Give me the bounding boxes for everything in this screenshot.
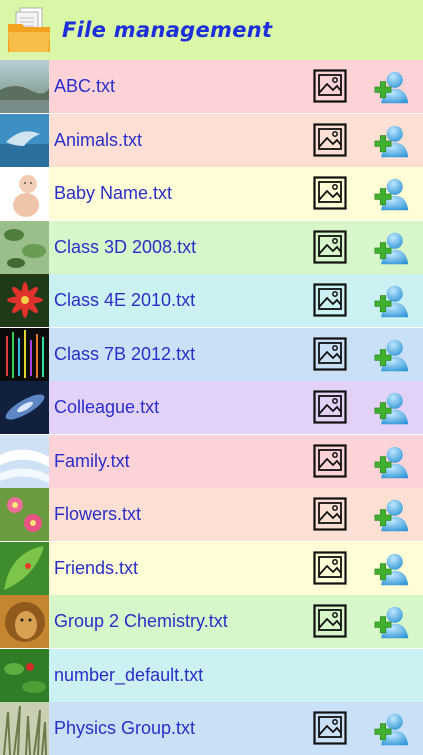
file-row[interactable]: Class 7B 2012.txt: [0, 327, 423, 381]
file-thumbnail: [0, 113, 49, 167]
file-name[interactable]: Flowers.txt: [54, 488, 141, 541]
header-bar: File management: [0, 0, 423, 60]
file-name[interactable]: Class 7B 2012.txt: [54, 328, 195, 381]
image-icon[interactable]: [313, 176, 347, 210]
file-row[interactable]: Family.txt: [0, 434, 423, 488]
add-contact-icon[interactable]: [374, 336, 410, 374]
file-thumbnail: [0, 595, 49, 648]
file-name[interactable]: Baby Name.txt: [54, 167, 172, 220]
image-icon[interactable]: [313, 604, 347, 638]
file-thumbnail: [0, 648, 49, 702]
file-name[interactable]: Friends.txt: [54, 542, 138, 595]
add-contact-icon[interactable]: [374, 229, 410, 267]
add-contact-icon[interactable]: [374, 550, 410, 588]
add-contact-icon[interactable]: [374, 496, 410, 534]
file-thumbnail: [0, 434, 49, 488]
file-name[interactable]: Animals.txt: [54, 114, 142, 167]
image-icon[interactable]: [313, 122, 347, 157]
file-name[interactable]: number_default.txt: [54, 649, 203, 702]
add-contact-icon[interactable]: [374, 710, 410, 748]
file-name[interactable]: ABC.txt: [54, 60, 115, 113]
file-row[interactable]: Colleague.txt: [0, 381, 423, 434]
image-icon[interactable]: [313, 229, 347, 264]
file-row[interactable]: Animals.txt: [0, 113, 423, 167]
file-row[interactable]: Baby Name.txt: [0, 167, 423, 220]
file-row[interactable]: Physics Group.txt: [0, 702, 423, 755]
file-row[interactable]: number_default.txt: [0, 648, 423, 702]
image-icon[interactable]: [313, 69, 347, 103]
file-list: ABC.txt Animals.txt Baby Name.txt Class 3D …: [0, 60, 423, 755]
image-icon[interactable]: [313, 497, 347, 531]
image-icon[interactable]: [313, 443, 347, 478]
file-name[interactable]: Physics Group.txt: [54, 702, 195, 755]
add-contact-icon[interactable]: [374, 282, 410, 320]
add-contact-icon[interactable]: [374, 122, 410, 160]
image-icon[interactable]: [313, 550, 347, 585]
file-row[interactable]: Flowers.txt: [0, 488, 423, 541]
file-thumbnail: [0, 702, 49, 755]
file-name[interactable]: Group 2 Chemistry.txt: [54, 595, 228, 648]
file-name[interactable]: Family.txt: [54, 435, 130, 488]
file-thumbnail: [0, 381, 49, 434]
file-row[interactable]: Friends.txt: [0, 541, 423, 595]
add-contact-icon[interactable]: [374, 389, 410, 427]
add-contact-icon[interactable]: [374, 175, 410, 213]
image-icon[interactable]: [313, 336, 347, 371]
file-name[interactable]: Class 3D 2008.txt: [54, 221, 196, 274]
add-contact-icon[interactable]: [374, 603, 410, 641]
file-thumbnail: [0, 220, 49, 274]
file-name[interactable]: Colleague.txt: [54, 381, 159, 434]
image-icon[interactable]: [313, 711, 347, 745]
add-contact-icon[interactable]: [374, 443, 410, 481]
image-icon[interactable]: [313, 390, 347, 424]
page-title: File management: [62, 18, 273, 42]
file-thumbnail: [0, 488, 49, 541]
image-icon[interactable]: [313, 283, 347, 317]
file-row[interactable]: Class 3D 2008.txt: [0, 220, 423, 274]
file-name[interactable]: Class 4E 2010.txt: [54, 274, 195, 327]
file-thumbnail: [0, 327, 49, 381]
file-row[interactable]: Class 4E 2010.txt: [0, 274, 423, 327]
file-thumbnail: [0, 541, 49, 595]
add-contact-icon[interactable]: [374, 68, 410, 106]
file-thumbnail: [0, 60, 49, 113]
folder-documents-icon: [8, 7, 50, 52]
file-row[interactable]: Group 2 Chemistry.txt: [0, 595, 423, 648]
file-row[interactable]: ABC.txt: [0, 60, 423, 113]
file-thumbnail: [0, 274, 49, 327]
file-thumbnail: [0, 167, 49, 220]
